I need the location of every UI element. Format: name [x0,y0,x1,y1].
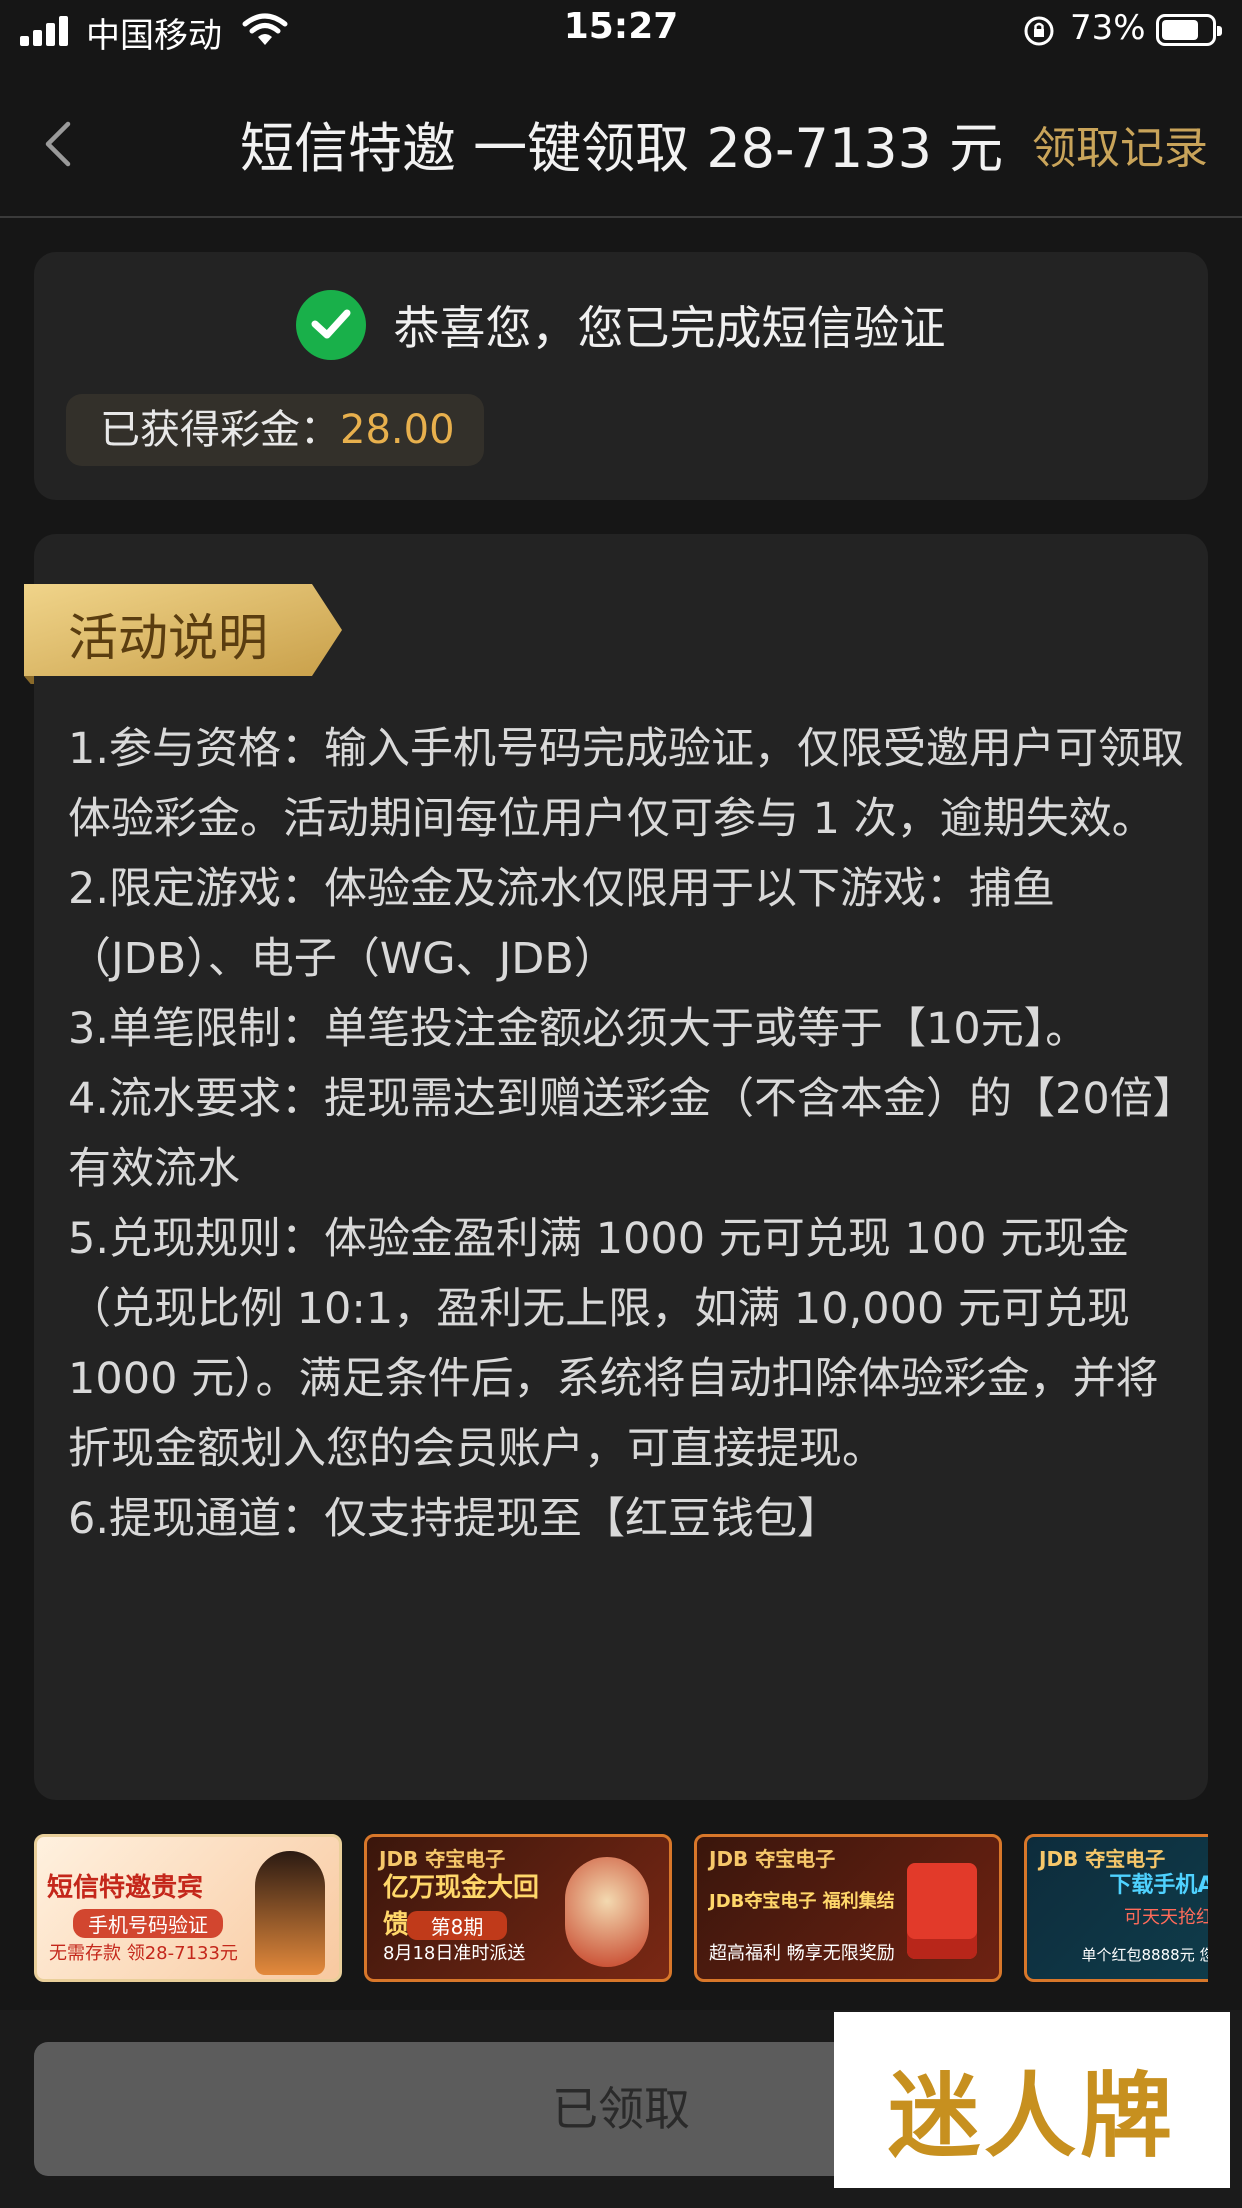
status-bar: 中国移动 15:27 73% [0,0,1242,62]
red-envelope-icon [907,1863,977,1959]
rotation-lock-icon [1022,14,1056,52]
watermark-logo: 迷人牌 [834,2012,1230,2188]
bonus-value: 28.00 [340,407,455,453]
banner-mascot [565,1857,649,1967]
activity-ribbon: 活动说明 [24,584,342,684]
promo-banner-app[interactable]: JDB 夺宝电子 下载手机APP 可天天抢红包 单个红包8888元 您值得拥有 [1024,1834,1208,1982]
check-circle-icon [296,290,367,360]
rule-item: 2.限定游戏：体验金及流水仅限用于以下游戏：捕鱼（JDB）、电子（WG、JDB） [68,864,1056,984]
promo-banner-sms[interactable]: 短信特邀贵宾 手机号码验证 无需存款 领28-7133元 [34,1834,342,1982]
page-title: 短信特邀 一键领取 28-7133 元 [240,117,1004,180]
banner-figure [255,1851,325,1975]
claim-record-link[interactable]: 领取记录 [1032,112,1208,176]
rules-list: 1.参与资格：输入手机号码完成验证，仅限受邀用户可领取体验彩金。活动期间每位用户… [68,714,1188,1554]
banner-subtitle: 手机号码验证 [73,1909,223,1938]
banner-title: 短信特邀贵宾 [47,1873,204,1903]
verify-status: 恭喜您，您已完成短信验证 [34,290,1208,366]
banner-title: 下载手机APP [1109,1873,1208,1898]
banner-footer: 单个红包8888元 您值得拥有 [1081,1946,1208,1964]
verification-card: 恭喜您，您已完成短信验证 已获得彩金：28.00 [34,252,1208,500]
promo-banner-cashback[interactable]: JDB 夺宝电子 亿万现金大回馈 第8期 8月18日准时派送 [364,1834,672,1982]
nav-bar: 短信特邀 一键领取 28-7133 元 领取记录 [0,62,1242,218]
activity-card: 活动说明 1.参与资格：输入手机号码完成验证，仅限受邀用户可领取体验彩金。活动期… [24,534,1208,1800]
verify-message: 恭喜您，您已完成短信验证 [393,301,946,355]
activity-heading: 活动说明 [68,609,268,667]
rule-item: 3.单笔限制：单笔投注金额必须大于或等于【10元】。 [68,1004,1089,1054]
rule-item: 4.流水要求：提现需达到赠送彩金（不含本金）的【20倍】有效流水 [68,1074,1175,1194]
banner-title: JDB夺宝电子 福利集结 [709,1891,895,1912]
banner-brand: JDB 夺宝电子 [709,1847,836,1871]
battery-icon [1156,14,1222,46]
chevron-left-icon [45,121,71,167]
banner-subtitle: 可天天抢红包 [1124,1907,1208,1928]
back-button[interactable] [38,114,88,174]
watermark-text: 迷人牌 [887,2062,1176,2170]
bonus-label: 已获得彩金： [100,407,340,453]
battery-percent: 73% [1070,8,1146,48]
bonus-badge: 已获得彩金：28.00 [66,394,484,466]
promo-carousel[interactable]: 短信特邀贵宾 手机号码验证 无需存款 领28-7133元 JDB 夺宝电子 亿万… [34,1834,1208,1984]
rule-item: 5.兑现规则：体验金盈利满 1000 元可兑现 100 元现金（兑现比例 10:… [68,1214,1159,1474]
promo-banner-welfare[interactable]: JDB 夺宝电子 JDB夺宝电子 福利集结 超高福利 畅享无限奖励 [694,1834,1002,1982]
banner-subtitle: 第8期 [407,1911,507,1940]
rule-item: 1.参与资格：输入手机号码完成验证，仅限受邀用户可领取体验彩金。活动期间每位用户… [68,724,1185,844]
rule-item: 6.提现通道：仅支持提现至【红豆钱包】 [68,1494,841,1544]
